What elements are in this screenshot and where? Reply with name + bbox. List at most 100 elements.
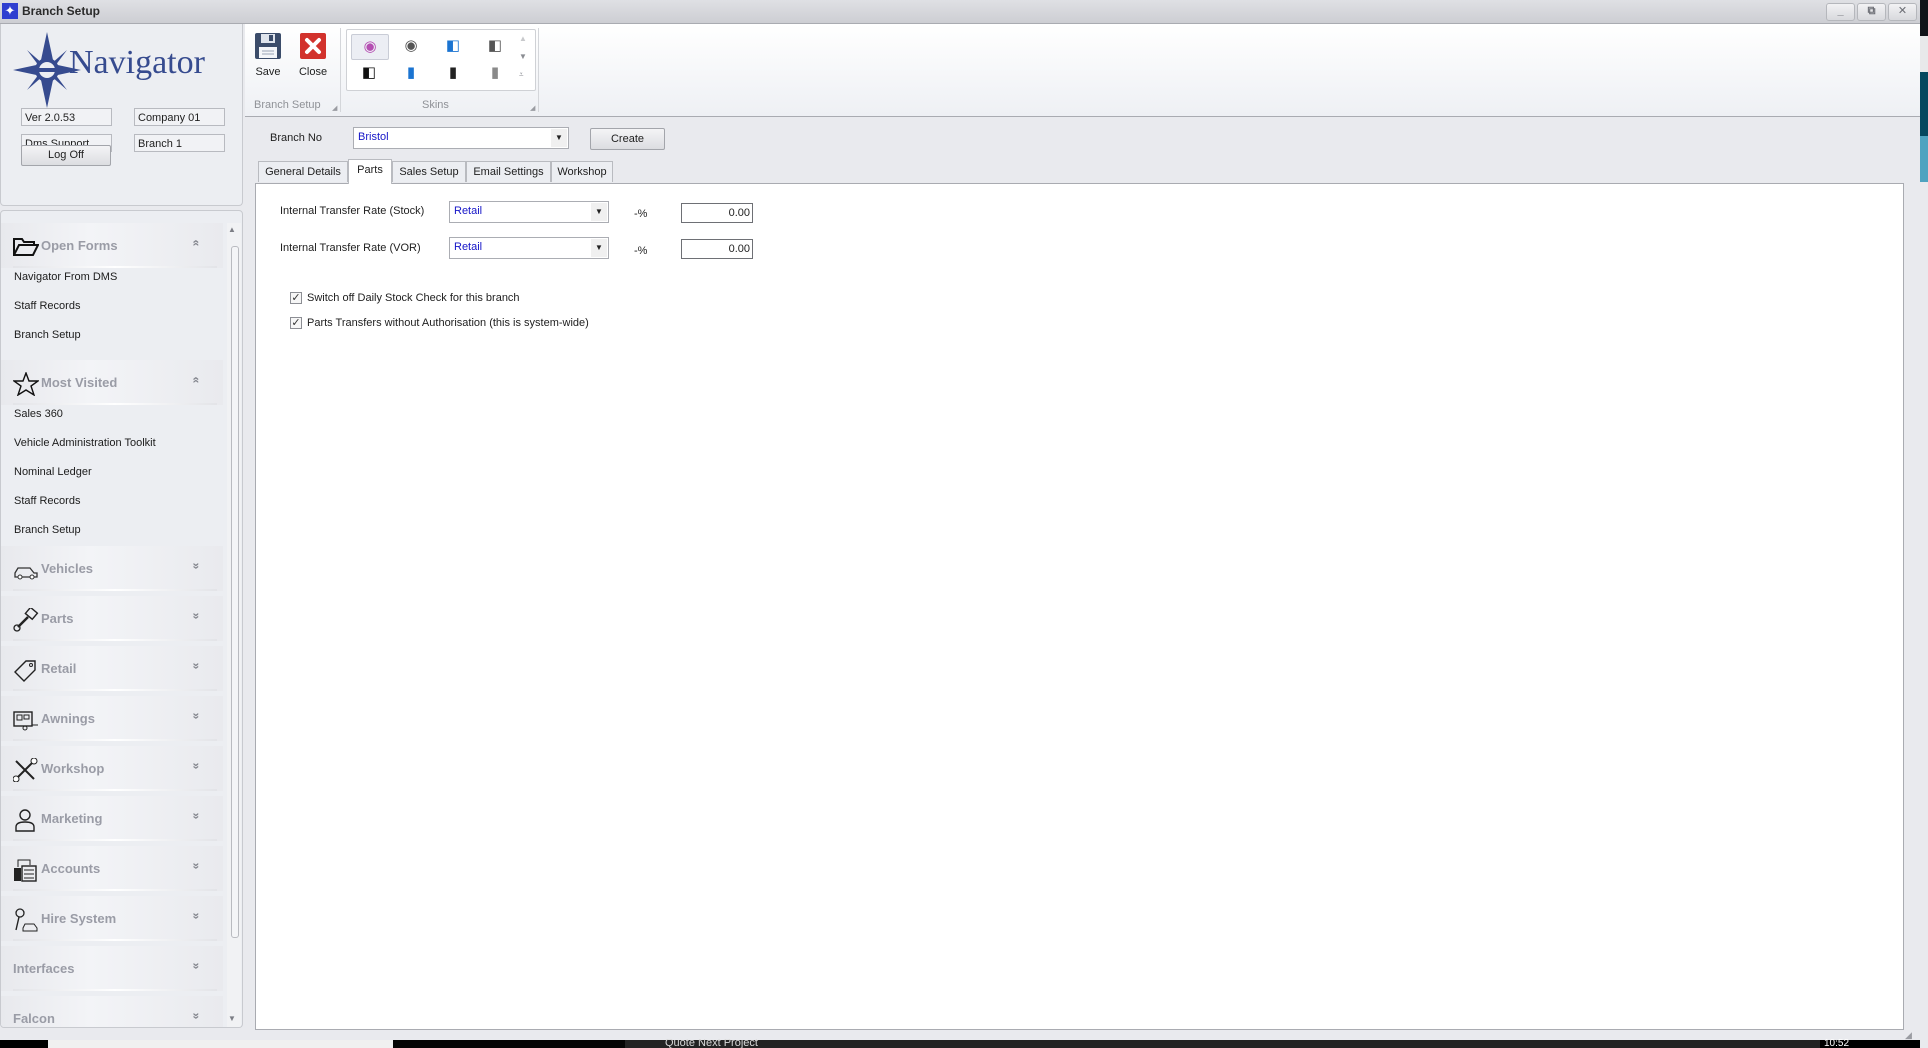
create-button[interactable]: Create xyxy=(590,128,665,150)
ribbon-separator xyxy=(340,28,341,112)
taskbar-segment xyxy=(0,1040,48,1048)
parts-transfer-authorisation-label[interactable]: Parts Transfers without Authorisation (t… xyxy=(307,317,589,329)
navigation-sidebar: Open Forms « Navigator From DMS Staff Re… xyxy=(0,210,243,1028)
nav-group-retail[interactable]: Retail » xyxy=(1,646,223,691)
save-label: Save xyxy=(255,66,281,78)
skin-option[interactable]: ▮ xyxy=(477,61,513,85)
nav-group-interfaces[interactable]: Interfaces » xyxy=(1,946,223,991)
close-window-button[interactable]: ✕ xyxy=(1888,3,1917,21)
skin-option[interactable]: ◉ xyxy=(351,34,389,60)
office-2016-gray-skin-icon: ◧ xyxy=(487,37,503,54)
expand-chevron-icon[interactable]: » xyxy=(189,963,203,970)
restore-button[interactable]: ⧉ xyxy=(1857,3,1886,21)
skin-option[interactable]: ▮ xyxy=(393,61,429,85)
ribbon-group-skins: Skins xyxy=(422,99,449,111)
gallery-scroll-down-icon[interactable]: ▼ xyxy=(519,52,527,61)
expand-chevron-icon[interactable]: » xyxy=(189,813,203,820)
gallery-scroll-up-icon[interactable]: ▲ xyxy=(519,34,527,43)
tab-email-settings[interactable]: Email Settings xyxy=(466,161,551,182)
nav-item-most-visited[interactable]: Nominal Ledger xyxy=(14,466,92,478)
expand-chevron-icon[interactable]: » xyxy=(189,913,203,920)
daily-stock-check-checkbox[interactable]: ✓ xyxy=(290,292,302,304)
nav-item-most-visited[interactable]: Sales 360 xyxy=(14,408,63,420)
dropdown-arrow-icon[interactable]: ▼ xyxy=(551,129,567,147)
group-launcher-icon[interactable]: ◢ xyxy=(530,104,535,112)
expand-chevron-icon[interactable]: » xyxy=(189,613,203,620)
floppy-disk-icon xyxy=(255,33,281,59)
tab-general-details[interactable]: General Details xyxy=(258,161,348,182)
scroll-down-arrow-icon[interactable]: ▼ xyxy=(228,1014,236,1023)
taskbar-clock[interactable]: 10:52 xyxy=(1824,1039,1849,1048)
percent-unit-label: -% xyxy=(634,245,648,257)
skin-option[interactable]: ◉ xyxy=(393,34,429,58)
minimize-button[interactable]: _ xyxy=(1826,3,1855,21)
office-2013-white-skin-icon: ▮ xyxy=(406,64,416,81)
nav-group-vehicles[interactable]: Vehicles » xyxy=(1,546,223,591)
transfer-rate-vor-dropdown[interactable]: Retail ▼ xyxy=(449,237,609,259)
nav-group-label: Interfaces xyxy=(13,961,75,976)
tab-parts[interactable]: Parts xyxy=(348,159,392,184)
nav-group-marketing[interactable]: Marketing » xyxy=(1,796,223,841)
background-window-edge xyxy=(1920,0,1928,36)
percent-unit-label: -% xyxy=(634,208,648,220)
checkmark-icon: ✓ xyxy=(291,292,301,304)
nav-group-parts[interactable]: Parts » xyxy=(1,596,223,641)
tab-workshop[interactable]: Workshop xyxy=(551,161,613,182)
nav-group-label: Falcon xyxy=(13,1011,55,1026)
expand-chevron-icon[interactable]: » xyxy=(189,863,203,870)
nav-group-hire-system[interactable]: Hire System » xyxy=(1,896,223,941)
transfer-rate-stock-dropdown[interactable]: Retail ▼ xyxy=(449,201,609,223)
caravan-icon xyxy=(13,711,38,731)
nav-group-label: Most Visited xyxy=(41,375,118,390)
nav-group-open-forms[interactable]: Open Forms « xyxy=(1,223,223,268)
transfer-rate-vor-selection: Retail xyxy=(454,241,483,253)
company-field: Company 01 xyxy=(134,108,225,126)
taskbar-search-box[interactable] xyxy=(48,1040,393,1048)
daily-stock-check-label[interactable]: Switch off Daily Stock Check for this br… xyxy=(307,292,520,304)
collapse-chevron-icon[interactable]: « xyxy=(189,377,203,384)
car-icon xyxy=(14,567,38,580)
nav-group-most-visited[interactable]: Most Visited « xyxy=(1,360,223,405)
nav-item-open-form[interactable]: Staff Records xyxy=(14,300,80,312)
dropdown-arrow-icon[interactable]: ▼ xyxy=(591,239,607,257)
log-off-button[interactable]: Log Off xyxy=(21,145,111,166)
dropdown-arrow-icon[interactable]: ▼ xyxy=(591,203,607,221)
group-launcher-icon[interactable]: ◢ xyxy=(332,104,337,112)
branch-no-value: Bristol xyxy=(358,131,389,143)
sidebar-scrollbar-thumb[interactable] xyxy=(231,246,239,938)
expand-chevron-icon[interactable]: » xyxy=(189,563,203,570)
folder-open-icon xyxy=(13,238,39,256)
skin-option[interactable]: ◧ xyxy=(351,61,387,85)
collapse-chevron-icon[interactable]: « xyxy=(189,240,203,247)
transfer-rate-vor-input[interactable]: 0.00 xyxy=(681,239,753,259)
calculator-ledger-icon xyxy=(14,859,37,882)
expand-chevron-icon[interactable]: » xyxy=(189,763,203,770)
branch-no-dropdown[interactable]: Bristol ▼ xyxy=(353,127,569,149)
gallery-expand-icon[interactable]: ⩡ xyxy=(519,70,524,80)
taskbar xyxy=(625,1040,1820,1048)
title-bar xyxy=(0,0,1920,24)
transfer-rate-stock-input[interactable]: 0.00 xyxy=(681,203,753,223)
expand-chevron-icon[interactable]: » xyxy=(189,713,203,720)
nav-item-open-form[interactable]: Navigator From DMS xyxy=(14,271,117,283)
nav-group-accounts[interactable]: Accounts » xyxy=(1,846,223,891)
nav-group-falcon[interactable]: Falcon » xyxy=(1,996,223,1027)
nav-item-open-form[interactable]: Branch Setup xyxy=(14,329,81,341)
save-button[interactable]: Save xyxy=(247,32,289,78)
taskbar-task-button[interactable]: Quote Next Project xyxy=(665,1039,758,1048)
parts-transfer-authorisation-checkbox[interactable]: ✓ xyxy=(290,317,302,329)
scroll-up-arrow-icon[interactable]: ▲ xyxy=(228,225,236,234)
nav-item-most-visited[interactable]: Staff Records xyxy=(14,495,80,507)
nav-group-workshop[interactable]: Workshop » xyxy=(1,746,223,791)
nav-item-most-visited[interactable]: Branch Setup xyxy=(14,524,81,536)
skin-option[interactable]: ◧ xyxy=(477,34,513,58)
nav-item-most-visited[interactable]: Vehicle Administration Toolkit xyxy=(14,437,156,449)
taskbar-segment xyxy=(393,1040,625,1048)
skin-option[interactable]: ◧ xyxy=(435,34,471,58)
close-button[interactable]: Close xyxy=(292,32,334,78)
tab-sales-setup[interactable]: Sales Setup xyxy=(392,161,466,182)
expand-chevron-icon[interactable]: » xyxy=(189,663,203,670)
nav-group-awnings[interactable]: Awnings » xyxy=(1,696,223,741)
skin-option[interactable]: ▮ xyxy=(435,61,471,85)
expand-chevron-icon[interactable]: » xyxy=(189,1013,203,1020)
